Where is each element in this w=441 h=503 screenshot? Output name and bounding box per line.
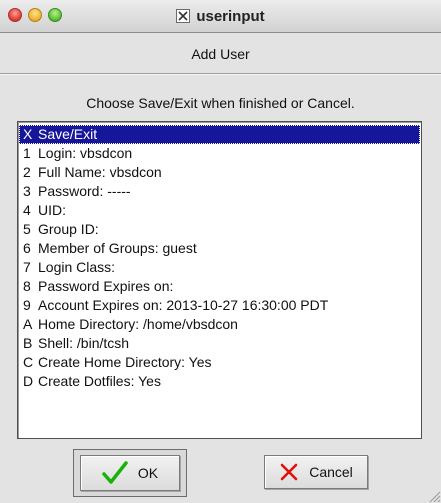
list-item[interactable]: 7 Login Class:: [19, 258, 420, 277]
list-item-label: Login: vbsdcon: [38, 145, 133, 161]
app-window: userinput Add User Choose Save/Exit when…: [0, 0, 441, 503]
list-item[interactable]: C Create Home Directory: Yes: [19, 353, 420, 372]
dialog-title: Add User: [191, 46, 250, 62]
list-item-key: 4: [23, 202, 31, 218]
list-item-label: Create Home Directory: Yes: [38, 354, 212, 370]
list-item-key: 1: [23, 145, 31, 161]
list-item-label: UID:: [38, 202, 66, 218]
list-item-key: 8: [23, 278, 31, 294]
list-item-label: Shell: /bin/tcsh: [38, 335, 130, 351]
list-item[interactable]: D Create Dotfiles: Yes: [19, 372, 420, 391]
instruction-text: Choose Save/Exit when finished or Cancel…: [86, 95, 355, 111]
list-item-label: Member of Groups: guest: [38, 240, 197, 256]
resize-grip[interactable]: [425, 487, 441, 503]
list-item[interactable]: X Save/Exit: [19, 125, 420, 144]
list-item-key: 9: [23, 297, 31, 313]
list-item-label: Password Expires on:: [38, 278, 174, 294]
title-bar[interactable]: userinput: [0, 0, 441, 33]
ok-button-label: OK: [137, 465, 159, 481]
list-item-label: Save/Exit: [38, 126, 98, 142]
list-item-label: Home Directory: /home/vbsdcon: [38, 316, 238, 332]
list-item-key: A: [23, 316, 33, 332]
list-item[interactable]: 3 Password: -----: [19, 182, 420, 201]
list-item-label: Account Expires on: 2013-10-27 16:30:00 …: [38, 297, 329, 313]
list-item[interactable]: B Shell: /bin/tcsh: [19, 334, 420, 353]
checkmark-icon: [102, 461, 128, 485]
list-item-label: Login Class:: [38, 259, 116, 275]
list-item[interactable]: 6 Member of Groups: guest: [19, 239, 420, 258]
list-item-key: 6: [23, 240, 31, 256]
list-item[interactable]: 9 Account Expires on: 2013-10-27 16:30:00…: [19, 296, 420, 315]
list-item-label: Create Dotfiles: Yes: [38, 373, 161, 389]
list-item-label: Group ID:: [38, 221, 99, 237]
x-mark-icon: [279, 462, 299, 482]
list-item[interactable]: 1 Login: vbsdcon: [19, 144, 420, 163]
list-item-key: D: [23, 373, 34, 389]
header-divider: [0, 73, 441, 75]
cancel-button[interactable]: Cancel: [264, 455, 368, 489]
list-item-label: Full Name: vbsdcon: [38, 164, 162, 180]
list-item-key: C: [23, 354, 34, 370]
list-item[interactable]: 4 UID:: [19, 201, 420, 220]
list-item-key: 7: [23, 259, 31, 275]
list-item-label: Password: -----: [38, 183, 131, 199]
list-item-key: X: [23, 126, 33, 142]
list-item-key: B: [23, 335, 33, 351]
ok-button[interactable]: OK: [80, 455, 180, 491]
x11-app-icon: [176, 9, 191, 23]
window-title: userinput: [196, 7, 265, 25]
cancel-button-label: Cancel: [309, 464, 353, 480]
list-item[interactable]: 8 Password Expires on:: [19, 277, 420, 296]
list-item-key: 3: [23, 183, 31, 199]
list-item-key: 2: [23, 164, 31, 180]
list-item[interactable]: A Home Directory: /home/vbsdcon: [19, 315, 420, 334]
list-item-key: 5: [23, 221, 31, 237]
list-item[interactable]: 2 Full Name: vbsdcon: [19, 163, 420, 182]
list-item[interactable]: 5 Group ID:: [19, 220, 420, 239]
options-list[interactable]: X Save/Exit 1 Login: vbsdcon 2 Full Name: vbs…: [17, 121, 422, 439]
title-area: userinput: [0, 0, 441, 32]
